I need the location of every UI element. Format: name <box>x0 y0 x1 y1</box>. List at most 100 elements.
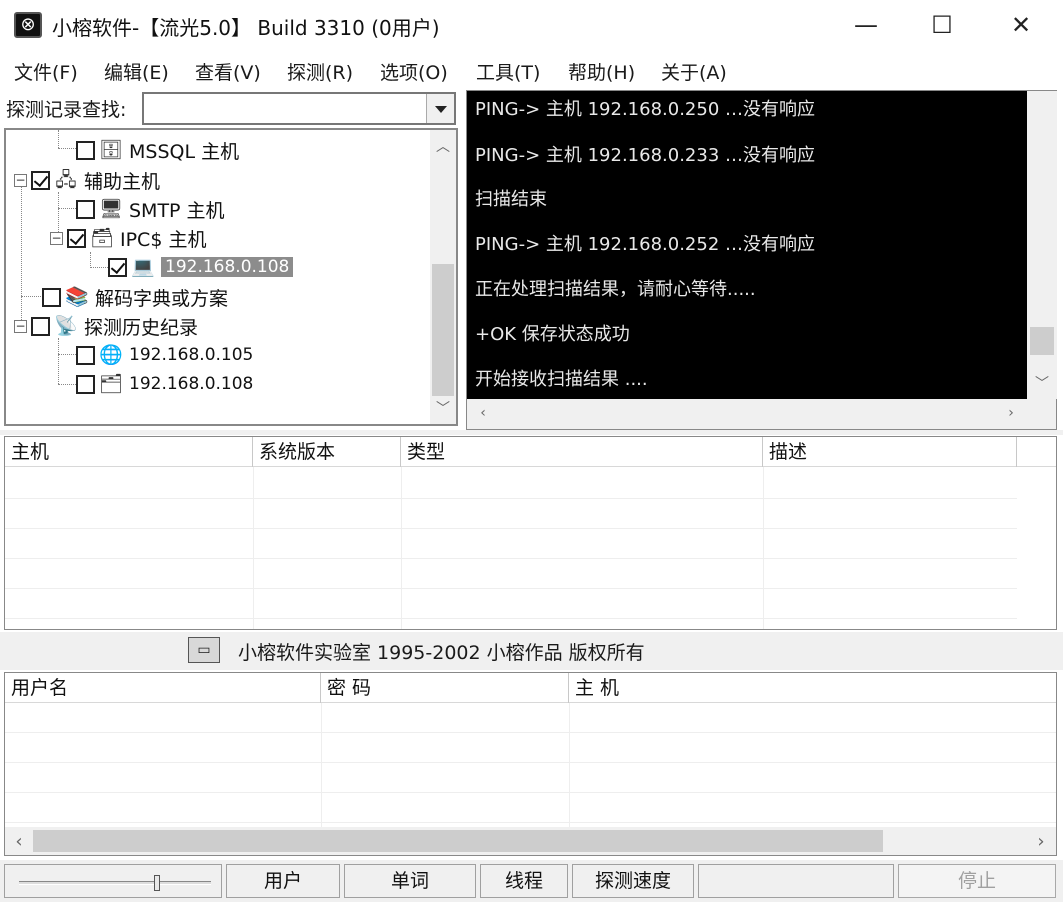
column-header-target-host[interactable]: 主 机 <box>569 673 1056 703</box>
menu-about[interactable]: 关于(A) <box>661 58 727 85</box>
tree-item-aux-hosts[interactable]: − 🖧 辅助主机 <box>14 166 160 194</box>
grid-line <box>5 558 1017 559</box>
scroll-down-icon[interactable]: ﹀ <box>430 398 456 418</box>
stop-button[interactable]: 停止 <box>898 864 1056 898</box>
tree-scrollbar[interactable]: ︿ ﹀ <box>430 130 456 424</box>
status-bar: 用户 单词 线程 探测速度 停止 <box>0 860 1063 902</box>
lab-logo-icon: ▭ <box>188 637 220 663</box>
tree-connector <box>21 296 41 297</box>
tree-item-ipc-host[interactable]: 💻 192.168.0.108 <box>108 253 294 281</box>
probe-tree[interactable]: 🗄 MSSQL 主机 − 🖧 辅助主机 🖥 SMTP 主机 − 🗃 IPC$ 主… <box>4 128 458 426</box>
credentials-table-header: 用户名 密 码 主 机 <box>5 673 1056 703</box>
scroll-right-icon[interactable]: › <box>1031 831 1051 852</box>
console-line: +OK 保存状态成功 <box>475 324 630 345</box>
slider-handle[interactable] <box>154 875 160 891</box>
tree-checkbox[interactable] <box>76 374 95 394</box>
grid-line <box>5 498 1017 499</box>
grid-line <box>5 792 1056 793</box>
column-header-description[interactable]: 描述 <box>763 437 1017 467</box>
scroll-right-icon[interactable]: › <box>1001 405 1021 421</box>
grid-line <box>321 703 322 827</box>
tree-item-dictionary[interactable]: 📚 解码字典或方案 <box>42 283 228 311</box>
column-header-host[interactable]: 主机 <box>5 437 253 467</box>
tree-item-history[interactable]: − 📡 探测历史纪录 <box>14 312 198 340</box>
tree-item-mssql[interactable]: 🗄 MSSQL 主机 <box>76 136 239 164</box>
tree-checkbox[interactable] <box>42 287 61 307</box>
credentials-table[interactable]: 用户名 密 码 主 机 ‹ › <box>4 672 1057 856</box>
scroll-thumb[interactable] <box>1030 327 1054 355</box>
scroll-left-icon[interactable]: ‹ <box>9 831 29 852</box>
tree-checkbox[interactable] <box>76 345 95 365</box>
scroll-up-icon[interactable]: ︿ <box>430 136 456 156</box>
search-combo[interactable] <box>142 92 456 125</box>
host-table[interactable]: 主机 系统版本 类型 描述 <box>4 436 1057 630</box>
menu-bar: 文件(F) 编辑(E) 查看(V) 探测(R) 选项(O) 工具(T) 帮助(H… <box>0 54 1063 88</box>
app-logo-icon[interactable]: ⊗ <box>14 12 42 38</box>
console-hscrollbar[interactable]: ‹ › <box>467 399 1027 429</box>
tree-item-history-host-105[interactable]: 🌐 192.168.0.105 <box>76 341 253 369</box>
maximize-button[interactable]: ☐ <box>903 0 981 50</box>
menu-help[interactable]: 帮助(H) <box>568 58 635 85</box>
tree-checkbox[interactable] <box>67 228 86 248</box>
search-input[interactable] <box>144 94 426 123</box>
host-table-header: 主机 系统版本 类型 描述 <box>5 437 1056 467</box>
tree-checkbox[interactable] <box>31 316 50 336</box>
grid-line <box>5 528 1017 529</box>
tree-item-history-host-108[interactable]: 🗂 192.168.0.108 <box>76 370 253 398</box>
menu-view[interactable]: 查看(V) <box>195 58 261 85</box>
collapse-icon[interactable]: − <box>50 231 63 245</box>
minimize-button[interactable]: — <box>827 0 905 50</box>
ipc-server-icon: 🗃 <box>89 227 115 249</box>
credentials-hscrollbar[interactable]: ‹ › <box>5 827 1056 855</box>
computer-icon: 💻 <box>131 256 155 278</box>
tree-checkbox[interactable] <box>31 170 50 190</box>
scroll-thumb[interactable] <box>33 830 883 852</box>
tree-checkbox[interactable] <box>76 199 95 219</box>
tree-checkbox[interactable] <box>108 257 127 277</box>
chevron-down-icon[interactable] <box>426 94 454 123</box>
tree-connector <box>58 384 76 385</box>
speed-slider[interactable] <box>4 864 222 898</box>
history-satellite-icon: 📡 <box>54 315 78 337</box>
grid-line <box>5 822 1056 823</box>
menu-file[interactable]: 文件(F) <box>14 58 78 85</box>
tree-connector <box>90 252 91 268</box>
globe-icon: 🌐 <box>99 344 123 366</box>
scroll-down-icon[interactable]: ﹀ <box>1027 373 1057 393</box>
menu-probe[interactable]: 探测(R) <box>287 58 353 85</box>
status-threads: 线程 <box>480 864 568 898</box>
scroll-thumb[interactable] <box>432 264 454 396</box>
slider-track[interactable] <box>19 881 211 885</box>
grid-line <box>401 467 402 629</box>
tree-connector <box>58 130 59 148</box>
grid-line <box>5 762 1056 763</box>
tree-item-smtp[interactable]: 🖥 SMTP 主机 <box>76 195 225 223</box>
column-header-password[interactable]: 密 码 <box>321 673 569 703</box>
grid-line <box>763 467 764 629</box>
grid-line <box>5 588 1017 589</box>
console-panel: PING-> 主机 192.168.0.250 …没有响应 PING-> 主机 … <box>466 90 1057 430</box>
splitter[interactable] <box>0 430 1063 435</box>
column-header-os-version[interactable]: 系统版本 <box>253 437 401 467</box>
column-header-username[interactable]: 用户名 <box>5 673 321 703</box>
collapse-icon[interactable]: − <box>14 319 27 333</box>
console-vscrollbar[interactable]: ﹀ <box>1027 91 1057 399</box>
server-group-icon: 🖧 <box>55 169 77 191</box>
tree-connector <box>21 182 22 324</box>
menu-options[interactable]: 选项(O) <box>380 58 448 85</box>
console-line: 正在处理扫描结果，请耐心等待..... <box>475 279 756 300</box>
tree-checkbox[interactable] <box>76 140 95 160</box>
close-button[interactable]: ✕ <box>982 0 1060 50</box>
copyright-bar: ▭ 小榕软件实验室 1995-2002 小榕作品 版权所有 <box>0 632 1063 670</box>
grid-line <box>5 732 1056 733</box>
scroll-left-icon[interactable]: ‹ <box>473 405 493 421</box>
status-probe-speed: 探测速度 <box>572 864 694 898</box>
grid-line <box>5 618 1017 619</box>
menu-edit[interactable]: 编辑(E) <box>104 58 169 85</box>
menu-tools[interactable]: 工具(T) <box>476 58 540 85</box>
database-server-icon: 🗄 <box>98 139 124 161</box>
column-header-type[interactable]: 类型 <box>401 437 763 467</box>
tree-item-ipc[interactable]: − 🗃 IPC$ 主机 <box>50 224 206 252</box>
console-output[interactable]: PING-> 主机 192.168.0.250 …没有响应 PING-> 主机 … <box>467 91 1027 399</box>
collapse-icon[interactable]: − <box>14 173 27 187</box>
